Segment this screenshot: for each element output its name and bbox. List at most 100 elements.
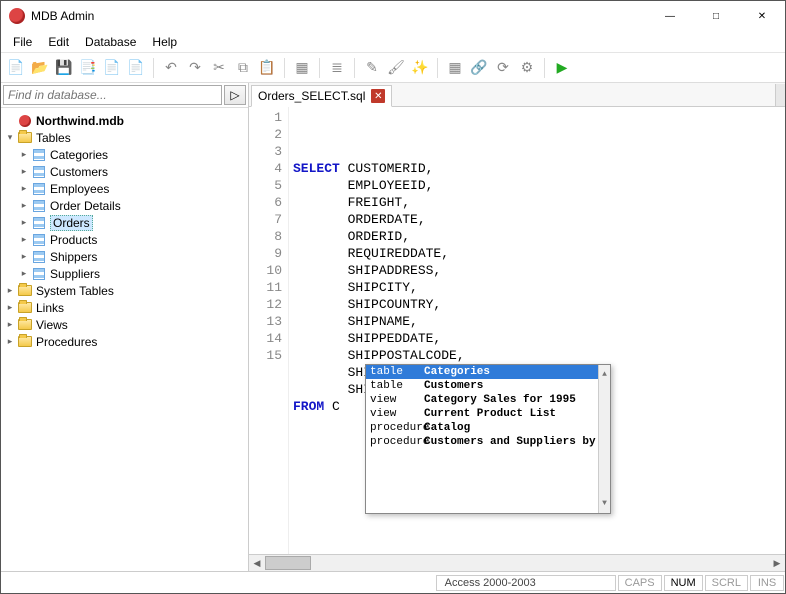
refresh-icon[interactable]: ⟳ (492, 57, 514, 79)
tree-node-icon (31, 199, 47, 213)
search-go-button[interactable]: ▷ (224, 85, 246, 105)
autocomplete-name: Customers and Suppliers by C (424, 434, 598, 451)
status-caps: CAPS (618, 575, 662, 591)
tree-table-customers[interactable]: ▸Customers (3, 163, 246, 180)
tree-twist-icon[interactable]: ▾ (3, 132, 17, 143)
tree-node-label: Tables (36, 131, 71, 145)
tree-twist-icon[interactable]: ▸ (3, 319, 17, 330)
code-line: REQUIREDDATE, (293, 245, 781, 262)
menubar: File Edit Database Help (1, 31, 785, 53)
toolbar-separator (437, 58, 438, 78)
code-area[interactable]: SELECT CUSTOMERID, EMPLOYEEID, FREIGHT, … (289, 107, 785, 554)
list-icon[interactable]: ≣ (326, 57, 348, 79)
add-page-icon[interactable]: 📄 (101, 57, 123, 79)
minimize-button[interactable]: — (647, 1, 693, 31)
code-line: SHIPPEDDATE, (293, 330, 781, 347)
autocomplete-list[interactable]: tableCategoriestableCustomersviewCategor… (366, 365, 598, 513)
tree-table-suppliers[interactable]: ▸ Suppliers (3, 265, 246, 282)
wand-icon[interactable]: ✎ (361, 57, 383, 79)
code-line: EMPLOYEEID, (293, 177, 781, 194)
tree-table-categories[interactable]: ▸Categories (3, 146, 246, 163)
tree-table-orders[interactable]: ▸Orders (3, 214, 246, 231)
tree-node-icon (17, 131, 33, 145)
tree-twist-icon[interactable]: ▸ (17, 268, 31, 279)
horizontal-scrollbar[interactable]: ◀ ▶ (249, 554, 785, 571)
tree-folder-links[interactable]: ▸Links (3, 299, 246, 316)
tree-twist-icon[interactable]: ▸ (17, 251, 31, 262)
menu-edit[interactable]: Edit (40, 33, 77, 51)
scroll-thumb[interactable] (265, 556, 311, 570)
tree-folder-system-tables[interactable]: ▸ System Tables (3, 282, 246, 299)
save-icon[interactable]: 💾 (53, 57, 75, 79)
tree-folder-tables[interactable]: ▾ Tables (3, 129, 246, 146)
tree-folder-views[interactable]: ▸Views (3, 316, 246, 333)
database-tree[interactable]: Northwind.mdb ▾ Tables▸Categories▸Customer… (1, 108, 248, 571)
menu-database[interactable]: Database (77, 33, 144, 51)
redo-icon[interactable]: ↷ (184, 57, 206, 79)
code-line: ORDERID, (293, 228, 781, 245)
grid-icon[interactable]: ▦ (291, 57, 313, 79)
brush-icon[interactable]: 🖌 (385, 57, 407, 79)
copy-icon[interactable]: 📑 (77, 57, 99, 79)
tree-twist-icon[interactable]: ▸ (3, 285, 17, 296)
code-line: SHIPADDRESS, (293, 262, 781, 279)
paste-icon[interactable]: 📋 (256, 57, 278, 79)
toolbar-separator (544, 58, 545, 78)
tree-table-products[interactable]: ▸ Products (3, 231, 246, 248)
tree-twist-icon[interactable]: ▸ (17, 217, 31, 228)
tree-table-shippers[interactable]: ▸Shippers (3, 248, 246, 265)
scroll-left-icon[interactable]: ◀ (249, 556, 265, 571)
wand2-icon[interactable]: ✨ (409, 57, 431, 79)
tree-twist-icon[interactable]: ▸ (17, 166, 31, 177)
toolbar-separator (153, 58, 154, 78)
tree-db-root[interactable]: Northwind.mdb (3, 112, 246, 129)
tree-node-icon (31, 148, 47, 162)
link-icon[interactable]: 🔗 (468, 57, 490, 79)
search-input[interactable] (3, 85, 222, 105)
autocomplete-popup[interactable]: tableCategoriestableCustomersviewCategor… (365, 364, 611, 514)
tree-twist-icon[interactable]: ▸ (17, 149, 31, 160)
sql-editor[interactable]: 123456789101112131415 SELECT CUSTOMERID,… (249, 107, 785, 554)
popup-scrollbar[interactable]: ▲▼ (598, 365, 610, 513)
cut-icon[interactable]: ✂ (208, 57, 230, 79)
copy2-icon[interactable]: ⧉ (232, 57, 254, 79)
tree-twist-icon[interactable]: ▸ (3, 336, 17, 347)
tree-node-label: Products (50, 233, 97, 247)
tree-table-order-details[interactable]: ▸Order Details (3, 197, 246, 214)
menu-help[interactable]: Help (144, 33, 185, 51)
tree-twist-icon[interactable]: ▸ (17, 200, 31, 211)
titlebar: MDB Admin — □ ✕ (1, 1, 785, 31)
table-icon[interactable]: ▦ (444, 57, 466, 79)
tree-table-employees[interactable]: ▸Employees (3, 180, 246, 197)
tab-overflow-indicator (775, 84, 785, 106)
remove-page-icon[interactable]: 📄 (125, 57, 147, 79)
statusbar: Access 2000-2003 CAPS NUM SCRL INS (1, 571, 785, 593)
window-title: MDB Admin (31, 9, 647, 23)
tree-node-icon (17, 114, 33, 128)
new-icon[interactable]: 📄 (5, 57, 27, 79)
toolbar-separator (354, 58, 355, 78)
run-icon[interactable]: ▶ (551, 57, 573, 79)
scroll-right-icon[interactable]: ▶ (769, 556, 785, 571)
autocomplete-item[interactable]: procedureCustomers and Suppliers by C (366, 435, 598, 449)
menu-file[interactable]: File (5, 33, 40, 51)
tree-twist-icon[interactable]: ▸ (17, 183, 31, 194)
tree-node-label: Suppliers (50, 267, 100, 281)
app-icon (9, 8, 25, 24)
code-line: ORDERDATE, (293, 211, 781, 228)
tree-folder-procedures[interactable]: ▸Procedures (3, 333, 246, 350)
code-line: SHIPCITY, (293, 279, 781, 296)
toolbar-separator (284, 58, 285, 78)
tree-twist-icon[interactable]: ▸ (3, 302, 17, 313)
tab-orders-select[interactable]: Orders_SELECT.sql ✕ (251, 85, 392, 107)
open-icon[interactable]: 📂 (29, 57, 51, 79)
status-num: NUM (664, 575, 703, 591)
gear-icon[interactable]: ⚙ (516, 57, 538, 79)
tab-close-icon[interactable]: ✕ (371, 89, 385, 103)
undo-icon[interactable]: ↶ (160, 57, 182, 79)
close-button[interactable]: ✕ (739, 1, 785, 31)
code-line: SELECT CUSTOMERID, (293, 160, 781, 177)
tree-twist-icon[interactable]: ▸ (17, 234, 31, 245)
tree-node-label: System Tables (36, 284, 114, 298)
maximize-button[interactable]: □ (693, 1, 739, 31)
